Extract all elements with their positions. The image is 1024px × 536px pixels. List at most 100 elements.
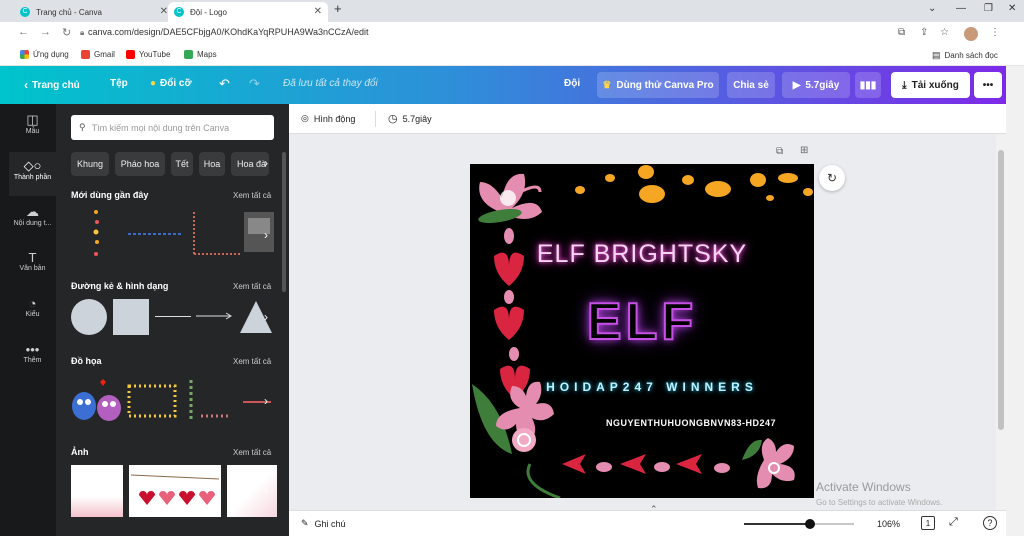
- see-all-photos[interactable]: Xem tất cả: [233, 448, 271, 457]
- see-all-graphics[interactable]: Xem tất cả: [233, 357, 271, 366]
- share-page-icon[interactable]: ⇪: [920, 27, 928, 38]
- photo-thumbnail[interactable]: [129, 465, 221, 517]
- tab-title: Trang chủ - Canva: [36, 7, 102, 17]
- canvas-scroll-thumb[interactable]: [998, 150, 1004, 430]
- rail-item-uploads[interactable]: ☁ Nội dung t...: [9, 198, 56, 242]
- share-button[interactable]: Chia sẻ: [727, 72, 775, 98]
- duplicate-page-icon[interactable]: ⧉: [776, 146, 783, 157]
- chips-next-icon[interactable]: ›: [264, 156, 278, 170]
- bookmark-gmail[interactable]: Gmail: [81, 50, 115, 59]
- close-tab-icon[interactable]: ✕: [314, 6, 322, 17]
- more-options-button[interactable]: •••: [974, 72, 1002, 98]
- close-window-icon[interactable]: ✕: [1008, 3, 1016, 14]
- forward-icon[interactable]: →: [40, 26, 51, 38]
- canva-favicon-icon: C: [174, 7, 184, 17]
- file-menu[interactable]: Tệp: [110, 78, 128, 89]
- install-icon[interactable]: ⧉: [898, 27, 905, 38]
- notes-icon: ✎: [301, 518, 309, 528]
- see-all-recent[interactable]: Xem tất cả: [233, 191, 271, 200]
- shapes-next-icon[interactable]: ›: [264, 310, 278, 324]
- tab-search-icon[interactable]: ⌄: [928, 3, 936, 14]
- recent-next-icon[interactable]: ›: [264, 228, 278, 242]
- home-link[interactable]: ‹ Trang chủ: [24, 78, 80, 92]
- design-title[interactable]: ELF BRIGHTSKY: [470, 240, 814, 269]
- search-input[interactable]: ⚲ Tìm kiếm mọi nội dung trên Canva: [71, 115, 274, 140]
- design-canvas[interactable]: ELF BRIGHTSKY ELF HOIDAP247 WINNERS NGUY…: [470, 164, 814, 498]
- bookmark-youtube[interactable]: YouTube: [126, 50, 170, 59]
- graphics-next-icon[interactable]: ›: [264, 394, 278, 408]
- team-button[interactable]: Đội: [564, 78, 580, 89]
- bookmark-star-icon[interactable]: ☆: [940, 27, 949, 38]
- shape-circle[interactable]: [71, 299, 107, 335]
- recent-thumbnails: [93, 210, 274, 256]
- photo-thumbnail[interactable]: [71, 465, 123, 517]
- rail-item-more[interactable]: ••• Thêm: [9, 336, 56, 380]
- duration-button[interactable]: ◷ 5.7giây: [388, 112, 432, 125]
- section-title-graphics: Đồ họa: [71, 356, 102, 366]
- url-field[interactable]: canva.com/design/DAE5CFbjgA0/KOhdKaYqRPU…: [88, 27, 368, 37]
- canvas-scrollbar[interactable]: [996, 134, 1006, 510]
- chip-phao-hoa[interactable]: Pháo hoa: [115, 152, 165, 176]
- page-scrollbar[interactable]: [1006, 66, 1024, 536]
- apps-grid-icon: [20, 50, 29, 59]
- recent-items[interactable]: [80, 208, 280, 260]
- animate-button[interactable]: ◎ Hình động: [301, 113, 355, 124]
- zoom-level[interactable]: 106%: [877, 519, 900, 529]
- fullscreen-icon[interactable]: ⤢: [949, 516, 958, 529]
- shape-line[interactable]: [155, 316, 191, 317]
- zoom-slider-handle[interactable]: [805, 519, 815, 529]
- see-all-lines-shapes[interactable]: Xem tất cả: [233, 282, 271, 291]
- page-count[interactable]: 1: [921, 516, 935, 530]
- design-tagline[interactable]: HOIDAP247 WINNERS: [480, 380, 814, 394]
- panel-scrollbar[interactable]: [282, 152, 286, 292]
- download-button[interactable]: ⤓ Tải xuống: [891, 72, 970, 98]
- bookmark-apps[interactable]: Ứng dụng: [20, 50, 69, 59]
- profile-avatar[interactable]: [964, 27, 978, 41]
- browser-tab-bar: C Trang chủ - Canva ✕ C Đội - Logo ✕ + ⌄…: [0, 0, 1024, 22]
- address-bar-row: ← → ↻ 🔒︎ canva.com/design/DAE5CFbjgA0/KO…: [0, 22, 1024, 46]
- chip-tet[interactable]: Tết: [171, 152, 193, 176]
- shape-square[interactable]: [113, 299, 149, 335]
- section-title-recent: Mới dùng gần đây: [71, 190, 149, 200]
- reload-icon[interactable]: ↻: [62, 26, 71, 39]
- undo-icon[interactable]: ↶: [219, 76, 230, 92]
- try-pro-button[interactable]: ♛ Dùng thử Canva Pro: [597, 72, 719, 98]
- design-credit[interactable]: NGUYENTHUHUONGBNVN83-HD247: [606, 418, 776, 428]
- left-rail: ◫ Mẫu ◇○ Thành phần ☁ Nội dung t... T Vă…: [9, 104, 56, 536]
- redo-icon[interactable]: ↷: [249, 76, 260, 92]
- close-tab-icon[interactable]: ✕: [160, 6, 168, 17]
- chip-khung[interactable]: Khung: [71, 152, 109, 176]
- maps-icon: [184, 50, 193, 59]
- rail-item-elements[interactable]: ◇○ Thành phần: [9, 152, 56, 196]
- add-page-icon[interactable]: ⊞: [800, 145, 808, 156]
- present-button[interactable]: ▶ 5.7giây: [782, 72, 850, 98]
- insights-icon[interactable]: ▮▮▮: [855, 72, 881, 98]
- rail-item-text[interactable]: T Văn bản: [9, 244, 56, 288]
- bookmark-maps[interactable]: Maps: [184, 50, 217, 59]
- refresh-icon[interactable]: ↻: [819, 165, 845, 191]
- tab-home-canva[interactable]: C Trang chủ - Canva ✕: [14, 2, 174, 22]
- rail-item-styles[interactable]: ◔ Kiểu: [9, 290, 56, 334]
- maximize-icon[interactable]: ❐: [984, 3, 993, 14]
- back-icon[interactable]: ←: [18, 26, 29, 38]
- help-icon[interactable]: ?: [983, 516, 997, 530]
- show-pages-chevron-icon[interactable]: ⌃: [650, 504, 658, 515]
- lock-icon[interactable]: 🔒︎: [80, 28, 84, 38]
- reading-list[interactable]: ▤ Danh sách đọc: [932, 50, 998, 61]
- shape-arrow-line[interactable]: [196, 309, 234, 323]
- minimize-icon[interactable]: —: [956, 3, 966, 14]
- rail-item-templates[interactable]: ◫ Mẫu: [9, 106, 56, 150]
- chevron-left-icon: ‹: [24, 78, 28, 92]
- new-tab-icon[interactable]: +: [334, 1, 342, 16]
- chip-hoa[interactable]: Hoa: [199, 152, 225, 176]
- notes-button[interactable]: ✎ Ghi chú: [301, 518, 346, 529]
- clock-icon: ◷: [388, 113, 398, 125]
- resize-menu[interactable]: ● Đổi cỡ: [150, 78, 192, 89]
- more-icon: •••: [25, 342, 40, 357]
- tab-design-logo[interactable]: C Đội - Logo ✕: [168, 2, 328, 22]
- photos-next-icon[interactable]: ›: [264, 483, 278, 497]
- bottom-bar: ⌃ ✎ Ghi chú 106% 1 ⤢ ?: [289, 504, 1006, 536]
- design-logo-text[interactable]: ELF: [470, 292, 814, 352]
- browser-menu-icon[interactable]: ⋮: [990, 27, 1000, 38]
- graphics-items[interactable]: [71, 376, 271, 426]
